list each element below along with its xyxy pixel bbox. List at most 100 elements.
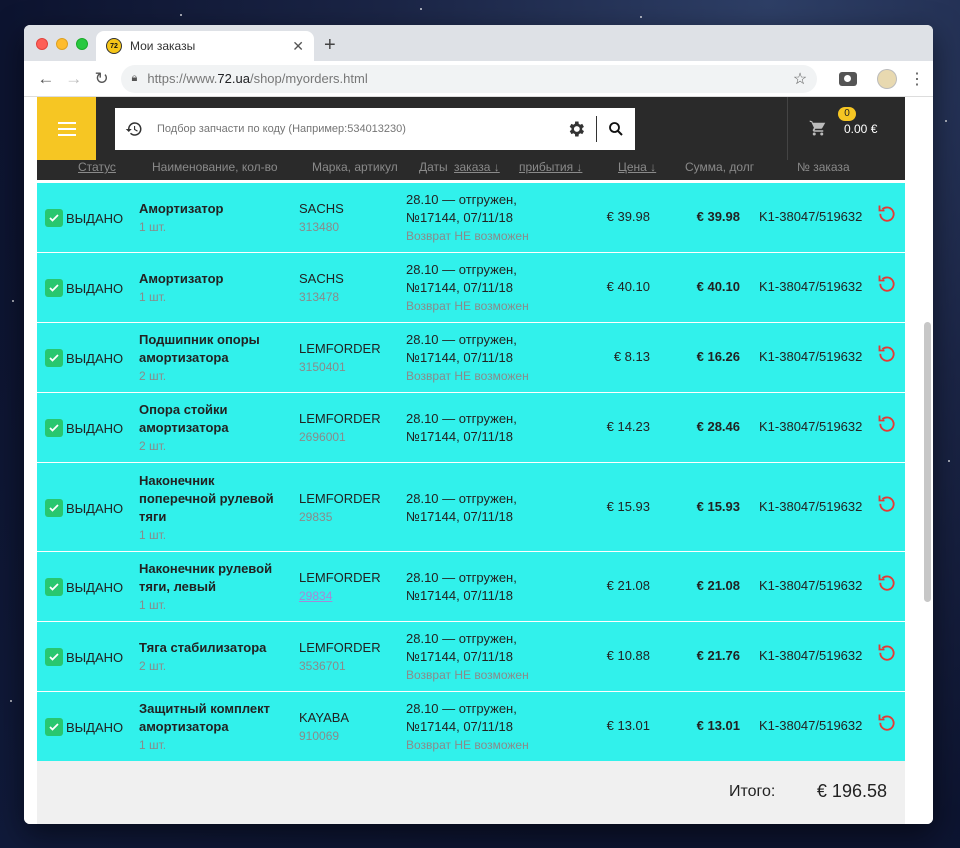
sort-price[interactable]: Цена ↓ [618, 160, 656, 174]
status-cell: ВЫДАНО [45, 648, 123, 666]
item-qty: 1 шт. [139, 598, 167, 612]
site-header: 0 0.00 € Статус Наименование, кол-во Мар… [37, 97, 905, 180]
address-bar[interactable]: 🔒︎ https://www. 72.ua/shop/myorders.html … [121, 64, 818, 93]
tab-title: Мои заказы [130, 39, 196, 53]
gear-icon[interactable] [566, 119, 586, 139]
order-number: K1-38047/519632 [759, 499, 863, 514]
item-article[interactable]: 3536701 [299, 657, 381, 675]
return-note: Возврат НЕ возможен [406, 738, 529, 752]
lock-icon: 🔒︎ [131, 72, 138, 84]
tab-my-orders[interactable]: 72 Мои заказы ✕ [96, 31, 314, 61]
part-search-input[interactable] [157, 123, 566, 135]
new-tab-icon[interactable]: + [324, 34, 336, 57]
page-scrollbar[interactable] [924, 322, 931, 602]
return-icon[interactable] [877, 572, 897, 592]
brand-cell: LEMFORDER 3536701 [299, 639, 381, 675]
brand-cell: SACHS 313478 [299, 270, 344, 306]
item-name-cell: Защитный комплект амортизатора 1 шт. [139, 700, 289, 754]
column-status[interactable]: Статус [78, 160, 116, 174]
bookmark-star-icon[interactable]: ☆ [793, 69, 807, 89]
cart-icon [809, 120, 826, 136]
return-note: Возврат НЕ возможен [406, 299, 529, 313]
reload-icon[interactable]: ↻ [88, 65, 116, 93]
shipment-number: №17144, 07/11/18 [406, 588, 513, 603]
sort-arrival-date[interactable]: прибытия ↓ [519, 160, 582, 174]
return-icon[interactable] [877, 712, 897, 732]
item-name[interactable]: Наконечник поперечной рулевой тяги [139, 472, 289, 526]
brand-cell: KAYABA 910069 [299, 709, 349, 745]
search-icon[interactable] [607, 120, 625, 138]
browser-menu-icon[interactable]: ⋮ [909, 69, 925, 89]
check-icon [45, 209, 63, 227]
camera-extension-icon[interactable] [839, 71, 858, 86]
cart-widget[interactable]: 0 0.00 € [787, 97, 905, 160]
item-article[interactable]: 3150401 [299, 358, 381, 376]
tab-close-icon[interactable]: ✕ [292, 38, 304, 55]
shipment-number: №17144, 07/11/18 [406, 350, 513, 365]
item-name[interactable]: Наконечник рулевой тяги, левый [139, 560, 289, 596]
item-article[interactable]: 313478 [299, 288, 344, 306]
minimize-window-button[interactable] [56, 38, 68, 50]
page-content: 0 0.00 € Статус Наименование, кол-во Мар… [24, 97, 933, 824]
profile-avatar[interactable] [877, 68, 898, 89]
total-value: € 196.58 [816, 781, 887, 801]
shipment-status: 28.10 — отгружен, [406, 262, 517, 277]
hamburger-menu-icon[interactable] [37, 97, 96, 160]
item-article[interactable]: 910069 [299, 727, 349, 745]
item-article[interactable]: 29834 [299, 587, 381, 605]
url-host: 72.ua [217, 71, 250, 86]
return-note: Возврат НЕ возможен [406, 369, 529, 383]
maximize-window-button[interactable] [76, 38, 88, 50]
column-order-no: № заказа [797, 160, 850, 174]
url-scheme: https://www. [147, 71, 218, 86]
shipment-number: №17144, 07/11/18 [406, 280, 513, 295]
item-article[interactable]: 29835 [299, 508, 381, 526]
status-cell: ВЫДАНО [45, 279, 123, 297]
return-icon[interactable] [877, 273, 897, 293]
sort-order-date[interactable]: заказа ↓ [454, 160, 500, 174]
search-divider [596, 116, 597, 142]
item-price: € 15.93 [606, 499, 650, 514]
dates-cell: 28.10 — отгружен, №17144, 07/11/18 Возвр… [406, 261, 596, 315]
order-number: K1-38047/519632 [759, 419, 863, 434]
item-name[interactable]: Амортизатор [139, 270, 289, 288]
item-name-cell: Подшипник опоры амортизатора 2 шт. [139, 331, 289, 385]
return-icon[interactable] [877, 493, 897, 513]
item-sum: € 21.08 [696, 578, 740, 593]
status-text: ВЫДАНО [66, 210, 124, 226]
dates-cell: 28.10 — отгружен, №17144, 07/11/18 Возвр… [406, 191, 596, 245]
item-article[interactable]: 2696001 [299, 428, 381, 446]
item-name[interactable]: Амортизатор [139, 200, 289, 218]
check-icon [45, 279, 63, 297]
dates-cell: 28.10 — отгружен, №17144, 07/11/18 [406, 569, 596, 605]
item-name[interactable]: Защитный комплект амортизатора [139, 700, 289, 736]
return-icon[interactable] [877, 203, 897, 223]
item-name[interactable]: Опора стойки амортизатора [139, 401, 289, 437]
item-name[interactable]: Подшипник опоры амортизатора [139, 331, 289, 367]
history-icon[interactable] [125, 120, 143, 138]
forward-arrow-icon[interactable]: → [60, 65, 88, 93]
item-article[interactable]: 313480 [299, 218, 344, 236]
brand-cell: LEMFORDER 29835 [299, 490, 381, 526]
item-price: € 10.88 [606, 648, 650, 663]
return-icon[interactable] [877, 343, 897, 363]
dates-cell: 28.10 — отгружен, №17144, 07/11/18 Возвр… [406, 630, 596, 684]
item-name-cell: Тяга стабилизатора 2 шт. [139, 639, 289, 675]
order-number: K1-38047/519632 [759, 718, 863, 733]
shipment-status: 28.10 — отгружен, [406, 332, 517, 347]
shipment-status: 28.10 — отгружен, [406, 570, 517, 585]
back-arrow-icon[interactable]: ← [32, 65, 60, 93]
return-icon[interactable] [877, 413, 897, 433]
dates-cell: 28.10 — отгружен, №17144, 07/11/18 [406, 490, 596, 526]
return-icon[interactable] [877, 642, 897, 662]
close-window-button[interactable] [36, 38, 48, 50]
item-name[interactable]: Тяга стабилизатора [139, 639, 289, 657]
order-number: K1-38047/519632 [759, 209, 863, 224]
site-favicon-icon: 72 [106, 38, 122, 54]
shipment-number: №17144, 07/11/18 [406, 649, 513, 664]
brand-cell: LEMFORDER 29834 [299, 569, 381, 605]
item-price: € 39.98 [606, 209, 650, 224]
check-icon [45, 499, 63, 517]
part-search-bar [115, 108, 635, 150]
item-name-cell: Наконечник рулевой тяги, левый 1 шт. [139, 560, 289, 614]
